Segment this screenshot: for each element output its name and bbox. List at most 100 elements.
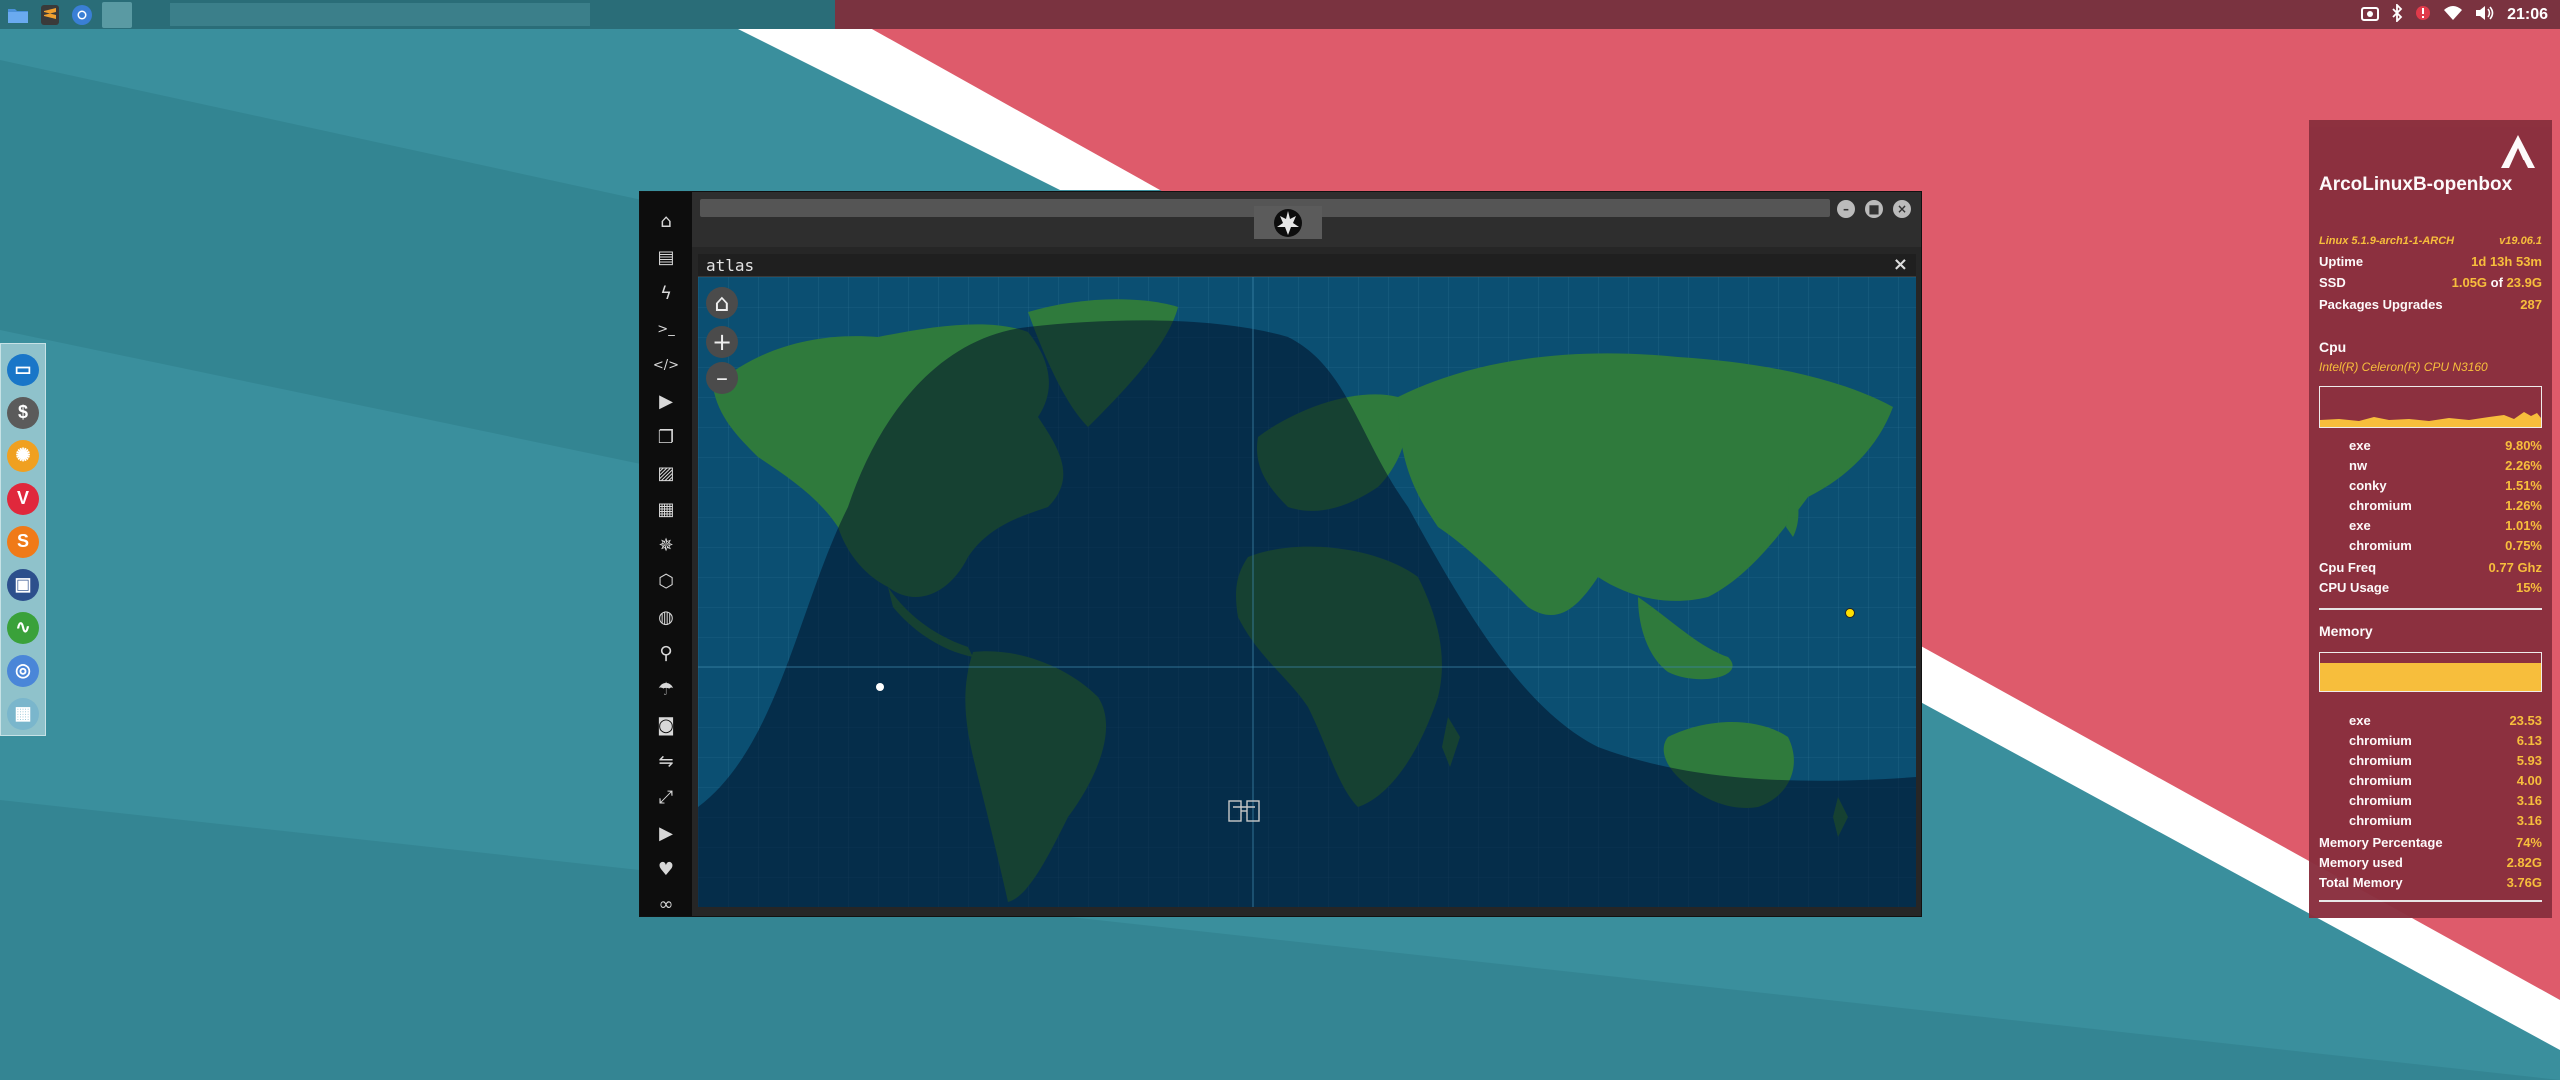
heart-icon[interactable]: ♥ <box>651 854 681 884</box>
minimize-button[interactable]: – <box>1837 200 1855 218</box>
process-row: chromium 6.13 <box>2349 733 2542 751</box>
process-value: 3.16 <box>2516 793 2542 808</box>
process-row: chromium 4.00 <box>2349 773 2542 791</box>
divider <box>2319 900 2542 902</box>
copy-icon[interactable]: ❐ <box>651 422 681 452</box>
dock-item[interactable]: V <box>5 479 41 518</box>
kernel-row: Linux 5.1.9-arch1-1-ARCH v19.06.1 <box>2319 235 2542 247</box>
process-value: 1.51% <box>2505 478 2542 493</box>
contact-icon[interactable]: ◙ <box>651 710 681 740</box>
volume-icon[interactable] <box>2475 5 2495 25</box>
memory-percentage-row: Memory Percentage 74% <box>2319 835 2542 853</box>
taskbar-area[interactable] <box>170 3 590 26</box>
dock-item[interactable]: ✺ <box>5 436 41 475</box>
process-name: chromium <box>2349 538 2412 553</box>
window-titlebar[interactable]: – ■ × <box>692 192 1921 247</box>
arco-version: v19.06.1 <box>2499 235 2542 247</box>
bluetooth-icon[interactable] <box>2391 2 2403 26</box>
dock-item[interactable]: ▭ <box>5 350 41 389</box>
white-marker[interactable] <box>876 683 884 691</box>
taskbar-window-button[interactable] <box>102 1 132 28</box>
uptime-row: Uptime 1d 13h 53m <box>2319 254 2542 272</box>
process-value: 4.00 <box>2516 773 2542 788</box>
left-dock: ▭ $ ✺ V S ▣ ∿ ◎ ▦ <box>0 343 46 736</box>
ssd-label: SSD <box>2319 275 2346 290</box>
cpu-usage-label: CPU Usage <box>2319 580 2390 595</box>
play-icon[interactable]: ▶ <box>651 386 681 416</box>
total-memory-row: Total Memory 3.76G <box>2319 875 2542 893</box>
yellow-marker[interactable] <box>1845 608 1855 618</box>
chromium-icon: ◎ <box>7 654 39 687</box>
expand-icon[interactable]: ⤢ <box>651 782 681 812</box>
hexagon-icon[interactable]: ⬡ <box>651 566 681 596</box>
sublime-text-icon[interactable] <box>38 3 62 27</box>
memory-heading: Memory <box>2319 623 2373 639</box>
rebel-alliance-tab[interactable] <box>1254 206 1322 239</box>
cpu-freq-value: 0.77 Ghz <box>2488 560 2542 575</box>
dock-item[interactable]: ◎ <box>5 651 41 690</box>
dock-item[interactable]: ▦ <box>5 694 41 733</box>
sublime-icon: S <box>7 525 39 558</box>
umbrella-icon[interactable]: ☂ <box>651 674 681 704</box>
clock[interactable]: 21:06 <box>2507 6 2548 24</box>
dock-item[interactable]: $ <box>5 393 41 432</box>
zoom-out-button[interactable]: – <box>706 362 738 394</box>
process-row: chromium 1.26% <box>2349 498 2542 516</box>
screenshot-icon[interactable] <box>2361 5 2380 25</box>
cpu-freq-label: Cpu Freq <box>2319 560 2377 575</box>
maximize-button[interactable]: ■ <box>1865 200 1883 218</box>
process-value: 2.26% <box>2505 458 2542 473</box>
zoom-in-button[interactable]: + <box>706 326 738 358</box>
infinity-icon[interactable]: ∞ <box>651 889 681 919</box>
process-value: 6.13 <box>2516 733 2542 748</box>
settings-icon: ✺ <box>7 439 39 472</box>
process-row: chromium 0.75% <box>2349 538 2542 556</box>
process-name: nw <box>2349 458 2368 473</box>
youtube-icon[interactable]: ▶ <box>651 818 681 848</box>
cpu-heading: Cpu <box>2319 339 2347 355</box>
process-name: exe <box>2349 438 2371 453</box>
process-row: conky 1.51% <box>2349 478 2542 496</box>
process-value: 23.53 <box>2509 713 2542 728</box>
uptime-value: 1d 13h 53m <box>2471 254 2542 269</box>
news-icon[interactable]: ▦ <box>651 494 681 524</box>
process-row: exe 23.53 <box>2349 713 2542 731</box>
screenshot-tool-icon: ▣ <box>7 568 39 601</box>
folder-icon[interactable] <box>6 3 30 27</box>
system-alert-icon[interactable] <box>2415 4 2431 26</box>
chromium-icon[interactable] <box>70 3 94 27</box>
rebel-alliance-icon <box>1274 208 1302 237</box>
home-icon[interactable]: ⌂ <box>651 206 681 236</box>
globe-icon[interactable]: ◍ <box>651 602 681 632</box>
vivaldi-icon: V <box>7 482 39 515</box>
terminal-icon[interactable]: >_ <box>651 314 681 344</box>
search-icon[interactable]: ⚲ <box>651 638 681 668</box>
handshake-icon[interactable]: ⇋ <box>651 746 681 776</box>
close-button[interactable]: × <box>1893 200 1911 218</box>
hostname: ArcoLinuxB-openbox <box>2319 174 2513 195</box>
process-value: 5.93 <box>2516 753 2542 768</box>
empire-icon[interactable]: ✵ <box>651 530 681 560</box>
dock-item[interactable]: ∿ <box>5 608 41 647</box>
cpu-graph <box>2319 386 2542 428</box>
kernel-version: Linux 5.1.9-arch1-1-ARCH <box>2319 235 2455 247</box>
document-icon[interactable]: ▤ <box>651 242 681 272</box>
panel-close-button[interactable]: × <box>1893 254 1908 275</box>
image-icon[interactable]: ▨ <box>651 458 681 488</box>
globe-icon: ▦ <box>7 697 39 730</box>
packages-value: 287 <box>2520 297 2542 312</box>
app-sidebar: ⌂ ▤ ϟ >_ </> ▶ ❐ ▨ ▦ ✵ ⬡ ◍ ⚲ ☂ ◙ ⇋ ⤢ ▶ ♥ ∞ <box>640 192 692 916</box>
memory-used-label: Memory used <box>2319 855 2403 870</box>
packages-row: Packages Upgrades 287 <box>2319 297 2542 315</box>
dock-item[interactable]: ▣ <box>5 565 41 604</box>
dock-item[interactable]: S <box>5 522 41 561</box>
packages-label: Packages Upgrades <box>2319 297 2443 312</box>
system-tray: 21:06 <box>2361 0 2548 29</box>
cpu-usage-value: 15% <box>2515 580 2542 595</box>
lightning-icon[interactable]: ϟ <box>651 278 681 308</box>
world-map[interactable]: ⌂ + – <box>698 277 1916 907</box>
wifi-icon[interactable] <box>2443 5 2463 25</box>
app-window: ⌂ ▤ ϟ >_ </> ▶ ❐ ▨ ▦ ✵ ⬡ ◍ ⚲ ☂ ◙ ⇋ ⤢ ▶ ♥ ∞ – ■ × atlas × <box>639 191 1922 917</box>
code-icon[interactable]: </> <box>651 350 681 380</box>
map-home-button[interactable]: ⌂ <box>706 287 738 319</box>
